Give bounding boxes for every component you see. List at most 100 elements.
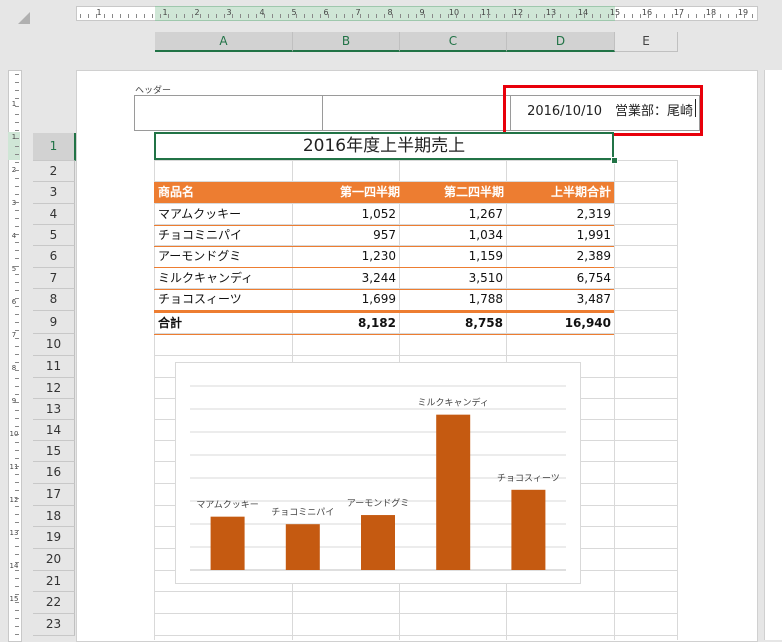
table-row-5-cell-0[interactable]: チョコスィーツ [158,289,242,310]
ruler-tick [528,14,529,18]
grid-hline [154,355,677,356]
column-header-b[interactable]: B [293,32,400,52]
row-header-8[interactable]: 8 [33,289,75,311]
ruler-tick [312,14,313,18]
fill-handle[interactable] [611,157,618,164]
ruler-tick [208,14,209,18]
row-header-19[interactable]: 19 [33,527,75,549]
chart-bar[interactable] [210,516,245,570]
header-q2[interactable]: 第二四半期 [444,182,504,203]
ruler-tick [456,14,457,18]
column-header-e[interactable]: E [615,32,678,52]
table-row-1-cell-0[interactable]: マアムクッキー [158,204,241,225]
header-left-section[interactable] [134,95,324,131]
ruler-number: 13 [545,8,557,17]
ruler-tick [656,14,657,18]
vruler-tick [15,266,19,267]
ruler-tick [160,14,161,18]
total-row-cell-0[interactable]: 合計 [158,313,182,334]
total-row-cell-2[interactable]: 8,758 [465,313,503,334]
chart-bar[interactable] [285,524,320,570]
row-header-11[interactable]: 11 [33,356,75,378]
table-row-5-cell-1[interactable]: 1,699 [362,289,396,310]
ruler-tick [624,14,625,18]
total-row-cell-1[interactable]: 8,182 [358,313,396,334]
row-header-4[interactable]: 4 [33,204,75,225]
title-cell[interactable]: 2016年度上半期売上 [154,132,614,160]
table-bottom-border [154,334,614,335]
select-all-corner[interactable] [18,12,30,24]
ruler-tick [120,14,121,18]
chart-bar[interactable] [361,515,395,570]
row-header-16[interactable]: 16 [33,462,75,484]
table-row-2-cell-1[interactable]: 957 [373,225,396,246]
vruler-tick [15,530,19,531]
header-product[interactable]: 商品名 [158,182,194,203]
vruler-tick [15,546,19,547]
vruler-tick [15,586,19,587]
chart-data-label: チョコミニパイ [271,507,334,518]
row-header-12[interactable]: 12 [33,378,75,399]
vruler-tick [15,594,19,595]
table-row-2-cell-2[interactable]: 1,034 [469,225,503,246]
row-header-17[interactable]: 17 [33,484,75,506]
table-row-1-cell-1[interactable]: 1,052 [362,204,396,225]
grid-hline [154,591,677,592]
vruler-tick [15,434,19,435]
vruler-tick [15,114,19,115]
table-row-3-cell-3[interactable]: 2,389 [577,246,611,267]
row-header-6[interactable]: 6 [33,246,75,268]
table-row-3-cell-2[interactable]: 1,159 [469,246,503,267]
row-header-13[interactable]: 13 [33,399,75,420]
row-header-15[interactable]: 15 [33,441,75,462]
vruler-tick [15,178,19,179]
header-total[interactable]: 上半期合計 [551,182,611,203]
row-header-5[interactable]: 5 [33,225,75,246]
total-row-cell-3[interactable]: 16,940 [565,313,611,334]
table-row-3-cell-0[interactable]: アーモンドグミ [158,246,241,267]
row-header-3[interactable]: 3 [33,182,75,204]
table-row-5-cell-2[interactable]: 1,788 [469,289,503,310]
ruler-tick [480,14,481,18]
table-row-4-cell-0[interactable]: ミルクキャンディ [158,268,253,289]
ruler-number: 19 [737,8,749,17]
table-row-2-cell-3[interactable]: 1,991 [577,225,611,246]
vruler-tick [15,330,19,331]
vruler-tick [15,562,19,563]
header-center-section[interactable] [322,95,512,131]
chart-data-label: チョコスィーツ [497,473,560,484]
table-row-1-cell-2[interactable]: 1,267 [469,204,503,225]
row-header-2[interactable]: 2 [33,161,75,182]
ruler-tick [280,14,281,18]
table-row-3-cell-1[interactable]: 1,230 [362,246,396,267]
row-header-20[interactable]: 20 [33,549,75,571]
ruler-tick [464,14,465,18]
table-row-2-cell-0[interactable]: チョコミニパイ [158,225,242,246]
header-q1[interactable]: 第一四半期 [340,182,400,203]
table-row-1-cell-3[interactable]: 2,319 [577,204,611,225]
column-header-d[interactable]: D [507,32,615,52]
bar-chart[interactable]: マアムクッキー チョコミニパイ アーモンドグミ ミルクキャンディ チョコスィーツ [175,362,581,584]
ruler-number: 16 [641,8,653,17]
table-row-4-cell-1[interactable]: 3,244 [362,268,396,289]
table-row-4-cell-3[interactable]: 6,754 [577,268,611,289]
row-header-10[interactable]: 10 [33,334,75,356]
row-header-21[interactable]: 21 [33,571,75,592]
ruler-tick [448,14,449,18]
vruler-tick [15,610,19,611]
row-header-9[interactable]: 9 [33,311,75,334]
table-row-4-cell-2[interactable]: 3,510 [469,268,503,289]
row-header-23[interactable]: 23 [33,614,75,636]
row-header-14[interactable]: 14 [33,420,75,441]
row-header-1[interactable]: 1 [33,133,76,161]
chart-bar[interactable] [436,414,471,570]
row-header-18[interactable]: 18 [33,506,75,527]
column-header-c[interactable]: C [400,32,507,52]
ruler-tick [496,14,497,18]
row-header-7[interactable]: 7 [33,268,75,289]
table-row-5-cell-3[interactable]: 3,487 [577,289,611,310]
chart-bar[interactable] [511,489,546,570]
row-header-22[interactable]: 22 [33,592,75,614]
ruler-tick [376,14,377,18]
column-header-a[interactable]: A [155,32,293,52]
